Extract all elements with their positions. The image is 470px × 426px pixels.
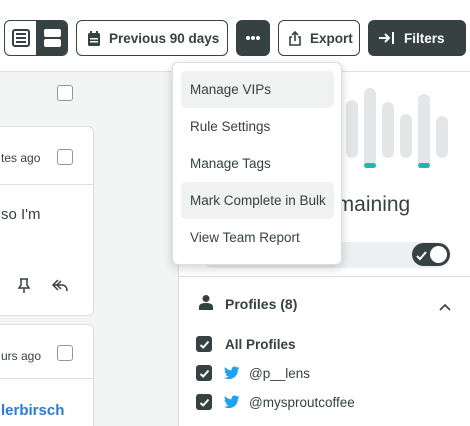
profile-checkbox[interactable] — [196, 365, 212, 381]
message-time: tes ago — [1, 151, 41, 165]
activity-bar-marker — [364, 163, 376, 168]
profile-row[interactable]: @p__lens — [196, 363, 310, 383]
menu-item-label: Manage Tags — [190, 156, 271, 171]
message-card[interactable]: urs ago lerbirsch — [0, 324, 94, 426]
share-icon — [287, 30, 303, 47]
filters-button[interactable]: Filters — [368, 20, 466, 56]
more-button[interactable] — [236, 20, 270, 56]
filters-label: Filters — [404, 30, 445, 46]
stacked-view-icon — [44, 29, 61, 47]
menu-item-manage-tags[interactable]: Manage Tags — [181, 145, 334, 182]
date-range-label: Previous 90 days — [109, 30, 220, 46]
activity-bar — [382, 102, 394, 158]
menu-item-rule-settings[interactable]: Rule Settings — [181, 108, 334, 145]
activity-bar-marker — [418, 163, 430, 168]
menu-item-manage-vips[interactable]: Manage VIPs — [181, 71, 334, 108]
check-icon — [199, 340, 209, 349]
message-author[interactable]: lerbirsch — [1, 402, 64, 419]
card-divider — [0, 184, 93, 185]
profiles-header-label: Profiles (8) — [225, 296, 298, 312]
view-toggle[interactable] — [4, 20, 68, 56]
menu-item-mark-complete[interactable]: Mark Complete in Bulk — [181, 182, 334, 219]
more-horizontal-icon — [245, 35, 261, 41]
reply-icon[interactable] — [51, 277, 69, 298]
activity-bar — [436, 116, 448, 158]
message-time: urs ago — [1, 349, 42, 363]
twitter-icon — [224, 395, 240, 409]
chevron-up-icon[interactable] — [439, 298, 451, 316]
check-icon — [416, 248, 427, 266]
toggle-knob — [430, 246, 447, 263]
activity-bar — [400, 114, 412, 158]
message-card[interactable]: tes ago so I'm — [0, 126, 94, 316]
menu-item-view-team-report[interactable]: View Team Report — [181, 219, 334, 256]
message-checkbox[interactable] — [57, 149, 73, 165]
export-label: Export — [310, 30, 353, 46]
sla-toggle[interactable] — [412, 243, 450, 266]
person-icon — [199, 294, 213, 315]
calendar-icon — [86, 30, 102, 47]
activity-bar — [418, 94, 430, 168]
message-checkbox[interactable] — [57, 345, 73, 361]
stacked-view-button[interactable] — [36, 21, 67, 55]
profile-label: All Profiles — [225, 336, 296, 352]
profile-checkbox[interactable] — [196, 394, 212, 410]
menu-item-label: Mark Complete in Bulk — [190, 193, 326, 208]
export-button[interactable]: Export — [278, 20, 360, 56]
check-icon — [199, 398, 209, 407]
activity-bar — [346, 100, 358, 158]
list-view-button[interactable] — [5, 21, 37, 55]
card-divider — [0, 378, 93, 379]
message-body: so I'm — [1, 206, 41, 223]
profile-checkbox[interactable] — [196, 336, 212, 352]
list-icon — [12, 29, 30, 47]
menu-item-label: Manage VIPs — [190, 82, 272, 97]
pin-icon[interactable] — [16, 277, 32, 300]
panel-divider — [179, 276, 470, 277]
profile-row[interactable]: @mysproutcoffee — [196, 392, 355, 412]
profile-row-all[interactable]: All Profiles — [196, 334, 296, 354]
check-icon — [199, 369, 209, 378]
menu-item-label: Rule Settings — [190, 119, 271, 134]
menu-item-label: View Team Report — [190, 230, 300, 245]
date-range-button[interactable]: Previous 90 days — [76, 20, 228, 56]
select-all-checkbox[interactable] — [57, 85, 73, 101]
profile-label: @mysproutcoffee — [249, 394, 355, 410]
profiles-section-header[interactable]: Profiles (8) — [199, 294, 297, 314]
twitter-icon — [224, 366, 240, 380]
profile-label: @p__lens — [249, 365, 310, 381]
message-list: tes ago so I'm urs ago lerbirsch — [0, 72, 178, 426]
arrow-to-right-icon — [378, 31, 395, 45]
more-actions-menu: Manage VIPs Rule Settings Manage Tags Ma… — [172, 62, 342, 265]
activity-bar — [364, 88, 376, 168]
